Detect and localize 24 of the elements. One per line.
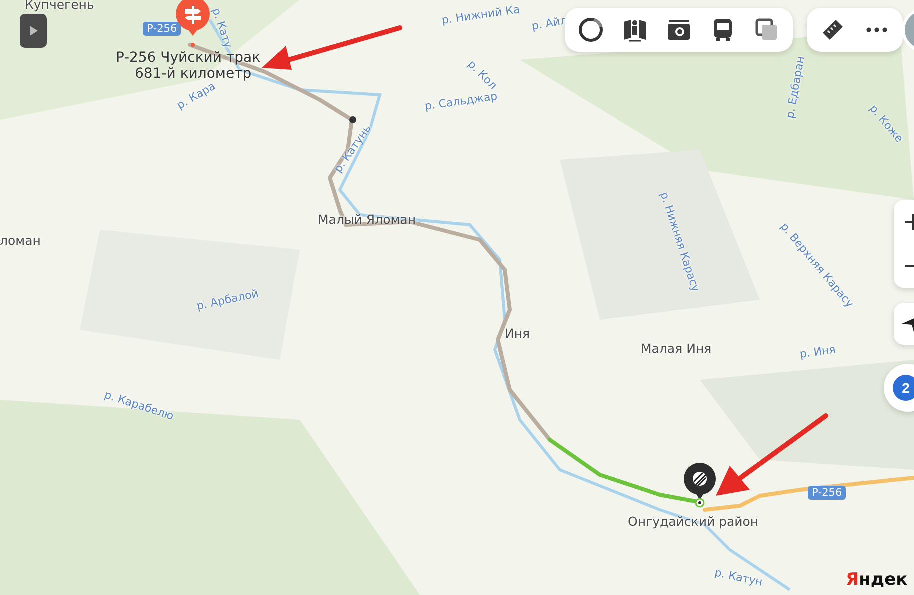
river-label: р. Иня	[799, 343, 837, 361]
place-label: Иня	[505, 326, 530, 341]
logo: Яндек	[846, 570, 908, 590]
place-label: Малый Яломан	[318, 212, 416, 227]
play-button[interactable]	[20, 14, 47, 48]
place-label: Малая Иня	[641, 341, 712, 356]
play-icon	[30, 26, 38, 36]
river-label: р. Нижний Ка	[441, 3, 521, 27]
river-label: р. Сальджар	[424, 90, 498, 113]
place-label: ломан	[0, 233, 41, 248]
river-label: р. Арбалой	[196, 287, 260, 313]
place-label: Купчегень	[25, 0, 94, 12]
road-number-sign: Р-256	[808, 486, 846, 500]
place-caption: Р-256 Чуйский трак	[116, 50, 261, 66]
river-label: р. Кара	[174, 80, 218, 112]
river-label: р. Айл	[530, 14, 568, 33]
place-caption: 681-й километр	[135, 66, 252, 82]
river-label: р. Кату	[210, 6, 235, 50]
place-label: Онгудайский район	[628, 514, 759, 529]
river-label: р. Катун	[714, 566, 764, 589]
map-pin-icon[interactable]	[682, 462, 718, 508]
river-label: р. Едбаран	[784, 55, 808, 120]
circle-icon[interactable]	[577, 16, 605, 44]
road-number-sign: Р-256	[143, 22, 182, 36]
